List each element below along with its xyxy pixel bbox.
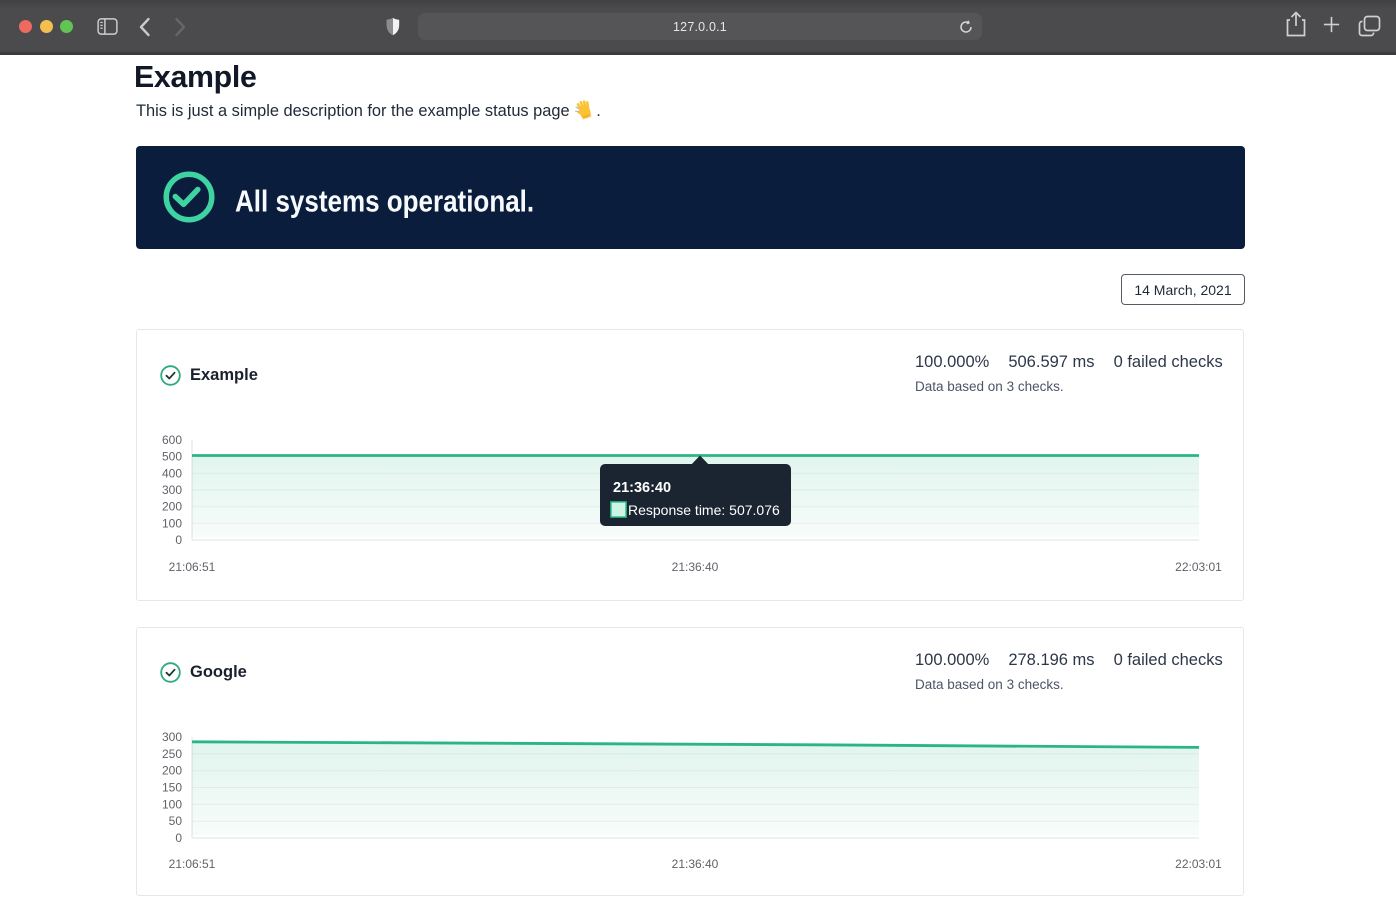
svg-text:300: 300 [162,730,182,744]
svg-text:200: 200 [162,500,182,514]
svg-text:21:06:51: 21:06:51 [169,857,216,871]
svg-text:300: 300 [162,483,182,497]
svg-text:600: 600 [162,433,182,447]
svg-text:21:36:40: 21:36:40 [672,560,719,574]
svg-text:400: 400 [162,466,182,480]
svg-text:21:06:51: 21:06:51 [169,560,216,574]
svg-text:200: 200 [162,764,182,778]
svg-text:100: 100 [162,516,182,530]
svg-text:0: 0 [175,831,182,845]
svg-text:21:36:40: 21:36:40 [672,857,719,871]
svg-text:21:36:40: 21:36:40 [613,480,671,496]
svg-text:0: 0 [175,533,182,547]
svg-text:500: 500 [162,450,182,464]
svg-text:250: 250 [162,747,182,761]
svg-text:Response time: 507.076: Response time: 507.076 [628,502,780,518]
svg-text:50: 50 [169,814,183,828]
svg-text:22:03:01: 22:03:01 [1175,857,1222,871]
svg-text:150: 150 [162,781,182,795]
svg-text:100: 100 [162,797,182,811]
svg-text:22:03:01: 22:03:01 [1175,560,1222,574]
